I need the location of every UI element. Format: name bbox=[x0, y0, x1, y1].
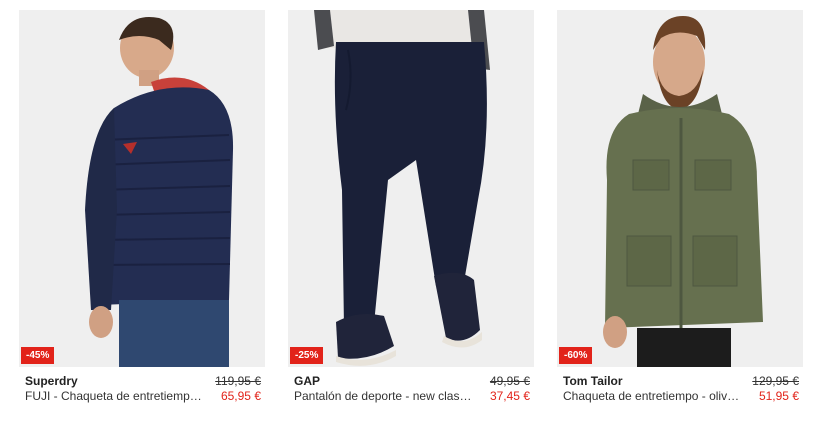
original-price: 49,95 € bbox=[489, 374, 530, 388]
product-brand[interactable]: Tom Tailor bbox=[563, 374, 623, 388]
discount-badge: -45% bbox=[21, 347, 55, 364]
product-name[interactable]: FUJI - Chaqueta de entretiempo - navy bbox=[25, 389, 203, 403]
sale-price: 51,95 € bbox=[758, 389, 799, 403]
original-price: 129,95 € bbox=[752, 374, 799, 388]
product-name[interactable]: Pantalón de deporte - new classic navy bbox=[294, 389, 472, 403]
discount-badge: -60% bbox=[559, 347, 593, 364]
product-image-trousers-navy[interactable] bbox=[288, 10, 534, 367]
sale-price: 65,95 € bbox=[220, 389, 261, 403]
sale-price: 37,45 € bbox=[489, 389, 530, 403]
discount-badge: -25% bbox=[290, 347, 324, 364]
product-name[interactable]: Chaqueta de entretiempo - olive green bbox=[563, 389, 741, 403]
product-brand[interactable]: GAP bbox=[294, 374, 320, 388]
product-image-jacket-olive[interactable] bbox=[557, 10, 803, 367]
original-price: 119,95 € bbox=[215, 374, 261, 388]
product-image-jacket-navy[interactable] bbox=[19, 10, 265, 367]
product-card[interactable]: -45% Superdry 119,95 € FUJI - Chaqueta d… bbox=[19, 10, 265, 415]
product-card[interactable]: -60% Tom Tailor 129,95 € Chaqueta de ent… bbox=[557, 10, 803, 415]
product-brand[interactable]: Superdry bbox=[25, 374, 78, 388]
product-card[interactable]: -25% GAP 49,95 € Pantalón de deporte - n… bbox=[288, 10, 534, 415]
